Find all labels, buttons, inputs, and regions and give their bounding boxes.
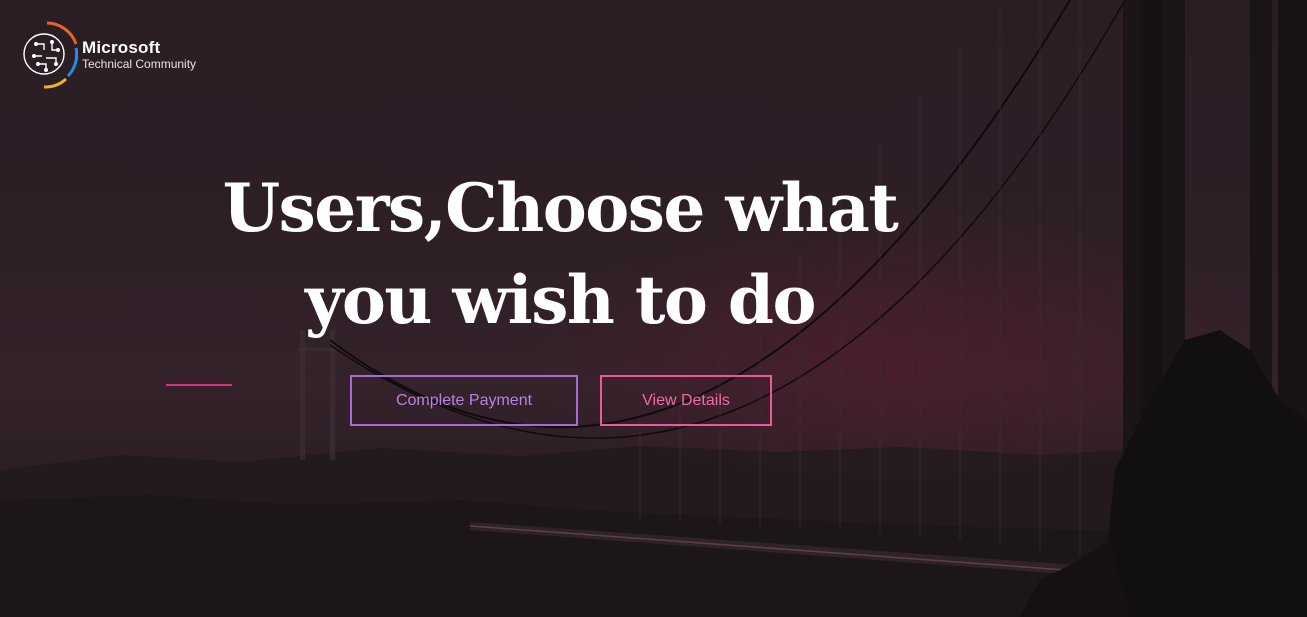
circuit-head-logo-icon bbox=[23, 21, 78, 89]
brand-name: Microsoft Technical Community bbox=[82, 39, 196, 70]
hero-headline: Users,Choose what you wish to do bbox=[190, 162, 930, 346]
brand-logo[interactable]: Microsoft Technical Community bbox=[16, 20, 196, 90]
complete-payment-button[interactable]: Complete Payment bbox=[350, 375, 578, 426]
accent-divider bbox=[166, 384, 232, 386]
view-details-button[interactable]: View Details bbox=[600, 375, 772, 426]
hero-section: Microsoft Technical Community Users,Choo… bbox=[0, 0, 1307, 617]
hero-headline-line2: you wish to do bbox=[305, 261, 817, 339]
brand-name-line1: Microsoft bbox=[82, 38, 161, 58]
hero-headline-line1: Users,Choose what bbox=[222, 169, 899, 247]
brand-name-line2: Technical Community bbox=[82, 57, 197, 72]
